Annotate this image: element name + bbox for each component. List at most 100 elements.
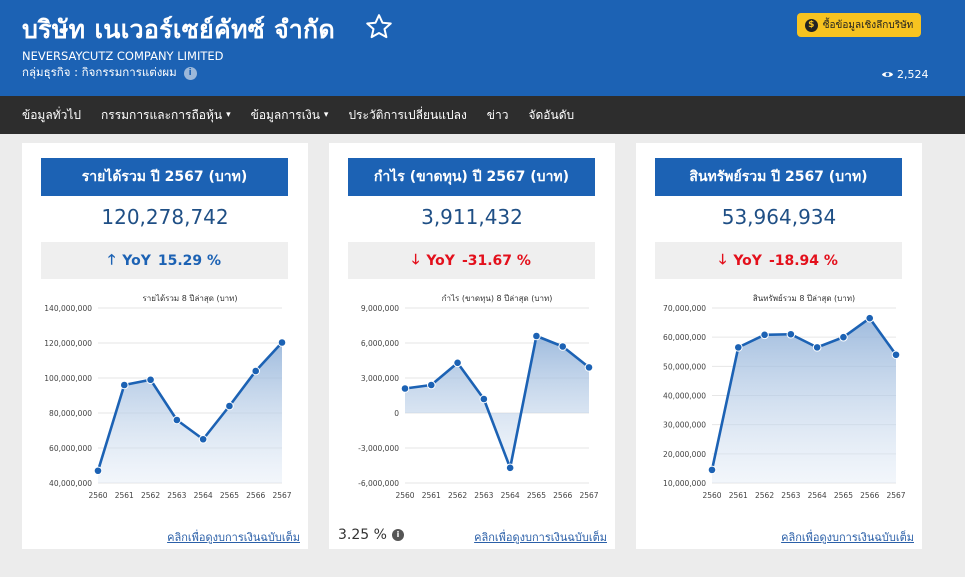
card-value: 53,964,934	[721, 205, 837, 229]
full-statement-link[interactable]: คลิกเพื่อดูงบการเงินฉบับเต็ม	[474, 528, 607, 546]
yoy-box: 🡓 YoY -31.67 %	[348, 242, 595, 279]
x-tick-label: 2561	[729, 491, 748, 500]
data-point	[93, 466, 103, 476]
data-point	[453, 358, 462, 368]
nav-directors[interactable]: กรรมการและการถือหุ้น ▾	[101, 106, 231, 125]
data-point	[532, 331, 541, 341]
profit-margin: 3.25 % i	[338, 527, 404, 543]
data-point	[707, 465, 717, 475]
data-point	[277, 338, 287, 347]
x-tick-label: 2566	[246, 491, 265, 500]
yoy-box: 🡓 YoY -18.94 %	[655, 242, 902, 279]
x-tick-label: 2566	[860, 491, 879, 500]
card-heading: รายได้รวม ปี 2567 (บาท)	[41, 158, 288, 196]
card-heading: สินทรัพย์รวม ปี 2567 (บาท)	[655, 158, 902, 196]
x-tick-label: 2563	[474, 491, 493, 500]
yoy-value: 15.29 %	[157, 252, 222, 269]
full-statement-link[interactable]: คลิกเพื่อดูงบการเงินฉบับเต็ม	[167, 528, 300, 546]
x-tick-label: 2565	[834, 491, 853, 500]
company-title: บริษัท เนเวอร์เซย์คัทซ์ จำกัด	[22, 15, 336, 44]
x-tick-label: 2563	[167, 491, 186, 500]
nav-news-label: ข่าว	[486, 107, 509, 122]
y-tick-label: 70,000,000	[663, 304, 706, 313]
y-tick-label: 80,000,000	[49, 409, 92, 418]
nav-general-label: ข้อมูลทั่วไป	[22, 107, 81, 122]
data-point	[733, 343, 743, 352]
y-tick-label: 3,000,000	[361, 374, 399, 383]
yoy-box: 🡑 YoY 15.29 %	[41, 242, 288, 279]
y-tick-label: 100,000,000	[44, 374, 92, 383]
data-point	[505, 463, 515, 473]
assets-chart: สินทรัพย์รวม 8 ปีล่าสุด (บาท) 10,000,000 2…	[663, 293, 906, 500]
nav-ranking[interactable]: จัดอันดับ	[528, 106, 574, 125]
x-tick-label: 2561	[115, 491, 134, 500]
data-point	[251, 366, 261, 376]
nav-directors-label: กรรมการและการถือหุ้น	[100, 107, 223, 122]
data-point	[839, 332, 848, 342]
chart-title: กำไร (ขาดทุน) 8 ปีล่าสุด (บาท)	[442, 294, 553, 303]
y-tick-label: 0	[394, 409, 399, 418]
view-count-value: 2,524	[897, 68, 929, 81]
nav-news[interactable]: ข่าว	[487, 106, 509, 125]
data-point	[426, 380, 436, 390]
data-point	[198, 434, 208, 444]
data-point	[558, 342, 568, 351]
chevron-down-icon: ▾	[226, 110, 231, 120]
x-tick-label: 2563	[781, 491, 800, 500]
info-icon[interactable]: i	[391, 529, 404, 541]
y-tick-label: 10,000,000	[663, 479, 706, 488]
x-tick-label: 2567	[886, 491, 905, 500]
arrow-up-icon: 🡑	[107, 251, 116, 268]
data-point	[891, 350, 901, 360]
view-count: 2,524	[881, 68, 929, 81]
y-tick-label: 60,000,000	[663, 333, 706, 342]
data-point	[225, 401, 234, 411]
buy-insight-button[interactable]: $ ซื้อข้อมูลเชิงลึกบริษัท	[797, 13, 921, 37]
arrow-down-icon: 🡓	[412, 251, 420, 268]
revenue-chart: รายได้รวม 8 ปีล่าสุด (บาท) 40,000,000 60,0…	[44, 294, 291, 500]
x-tick-label: 2565	[527, 491, 546, 500]
business-group: กลุ่มธุรกิจ : กิจกรรมการแต่งผม i	[22, 64, 197, 82]
y-tick-label: 140,000,000	[44, 304, 92, 313]
yoy-label: YoY	[122, 252, 151, 269]
profit-card: กำไร (ขาดทุน) ปี 2567 (บาท) 3,911,432 🡓 …	[329, 143, 615, 549]
nav-financial-label: ข้อมูลการเงิน	[250, 107, 320, 122]
x-tick-label: 2562	[448, 491, 467, 500]
company-name-en: NEVERSAYCUTZ COMPANY LIMITED	[22, 49, 224, 63]
yoy-value: -31.67 %	[461, 252, 531, 269]
x-tick-label: 2564	[501, 491, 520, 500]
y-tick-label: 120,000,000	[44, 339, 92, 348]
data-point	[479, 394, 489, 404]
nav-ranking-label: จัดอันดับ	[528, 107, 575, 122]
nav-general[interactable]: ข้อมูลทั่วไป	[22, 106, 81, 125]
full-statement-link[interactable]: คลิกเพื่อดูงบการเงินฉบับเต็ม	[781, 528, 914, 546]
y-tick-label: 9,000,000	[361, 304, 399, 313]
x-tick-label: 2567	[579, 491, 598, 500]
data-point	[812, 343, 822, 352]
y-tick-label: 50,000,000	[663, 362, 706, 371]
card-heading: กำไร (ขาดทุน) ปี 2567 (บาท)	[348, 158, 595, 196]
y-tick-label: 40,000,000	[663, 392, 706, 401]
x-tick-label: 2566	[553, 491, 572, 500]
arrow-down-icon: 🡓	[719, 251, 727, 268]
x-tick-label: 2562	[141, 491, 160, 500]
x-tick-label: 2564	[808, 491, 827, 500]
chart-title: สินทรัพย์รวม 8 ปีล่าสุด (บาท)	[753, 293, 855, 303]
company-header: บริษัท เนเวอร์เซย์คัทซ์ จำกัด NEVERSAYCU…	[0, 0, 965, 96]
data-point	[119, 380, 129, 390]
nav-history-label: ประวัติการเปลี่ยนแปลง	[348, 107, 467, 122]
y-tick-label: 40,000,000	[49, 479, 92, 488]
star-icon[interactable]	[364, 12, 394, 42]
y-tick-label: 30,000,000	[663, 421, 706, 430]
nav-history[interactable]: ประวัติการเปลี่ยนแปลง	[348, 106, 466, 125]
x-tick-label: 2567	[272, 491, 291, 500]
y-tick-label: 6,000,000	[361, 339, 399, 348]
nav-financial[interactable]: ข้อมูลการเงิน ▾	[251, 106, 329, 125]
info-icon[interactable]: i	[183, 66, 197, 80]
x-tick-label: 2561	[422, 491, 441, 500]
buy-insight-label: ซื้อข้อมูลเชิงลึกบริษัท	[822, 19, 914, 31]
profit-chart: กำไร (ขาดทุน) 8 ปีล่าสุด (บาท) -6,000,000…	[358, 294, 599, 500]
yoy-value: -18.94 %	[768, 252, 838, 269]
x-tick-label: 2560	[395, 491, 414, 500]
x-tick-label: 2565	[220, 491, 239, 500]
